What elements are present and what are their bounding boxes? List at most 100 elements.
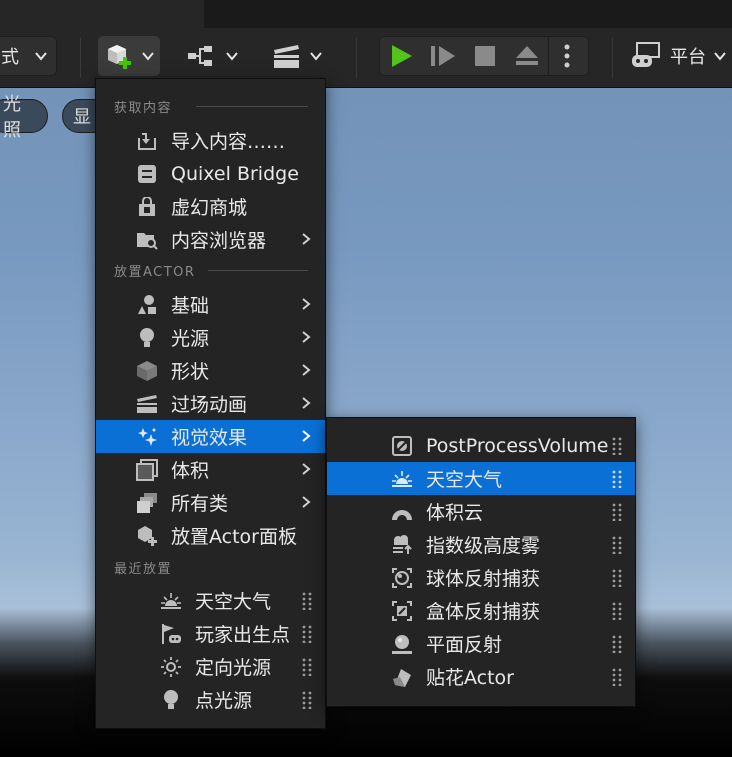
play-options-button[interactable] [548,37,584,75]
platforms-icon [632,42,660,67]
all-classes-icon [136,492,158,514]
view-mode-chip[interactable]: 光照 [0,94,48,141]
drag-handle-icon[interactable] [302,592,312,610]
submenu-item-label: 贴花Actor [426,667,514,689]
menu-item-import-content[interactable]: 导入内容…… [96,124,325,157]
quick-add-button[interactable] [98,36,160,76]
chevron-right-icon [302,233,311,245]
menu-item-place-actors-panel[interactable]: 放置Actor面板 [96,519,325,552]
eject-icon [516,46,538,65]
chevron-down-icon [714,52,726,61]
menu-item-marketplace[interactable]: 虚幻商城 [96,190,325,223]
content-browser-icon [136,229,158,251]
submenu-item-sky-atmosphere[interactable]: 天空大气 [327,462,635,495]
menu-item-label: 体积 [171,460,210,482]
menu-item-content-browser[interactable]: 内容浏览器 [96,223,325,256]
planar-reflection-icon [391,633,413,655]
blueprint-button[interactable] [180,36,246,76]
drag-handle-icon[interactable] [612,635,622,653]
clapperboard-icon [136,393,158,415]
chevron-down-icon [310,52,322,61]
menu-item-shapes[interactable]: 形状 [96,354,325,387]
mode-selector-button[interactable]: 式 [0,36,57,76]
menu-item-basic[interactable]: 基础 [96,288,325,321]
submenu-item-post-process-volume[interactable]: PostProcessVolume [327,429,635,462]
directional-light-icon [160,656,182,678]
view-mode-label: 光照 [3,94,21,141]
toolbar-divider [80,38,81,78]
submenu-item-label: 盒体反射捕获 [426,601,541,623]
section-header-get-content: 获取内容 [114,100,173,116]
visual-effects-submenu: PostProcessVolume 天空大气 体积云 指数级高度雾 球体反射捕获 [326,417,636,707]
menu-item-visual-effects[interactable]: 视觉效果 [96,420,325,453]
submenu-item-volumetric-cloud[interactable]: 体积云 [327,495,635,528]
section-header-recent: 最近放置 [114,561,173,577]
section-divider [196,106,308,107]
menu-item-volumes[interactable]: 体积 [96,453,325,486]
submenu-item-planar-reflection[interactable]: 平面反射 [327,627,635,660]
recent-item-player-start[interactable]: 玩家出生点 [96,617,325,650]
drag-handle-icon[interactable] [612,437,622,455]
post-process-icon [391,435,413,457]
decal-icon [391,666,413,688]
drag-handle-icon[interactable] [612,470,622,488]
menu-item-label: 天空大气 [195,591,272,613]
play-icon [392,45,412,67]
toolbar-divider [356,38,357,78]
drag-handle-icon[interactable] [612,668,622,686]
chevron-right-icon [302,430,311,442]
drag-handle-icon[interactable] [612,503,622,521]
place-actor-icon [136,525,158,547]
menu-item-label: 导入内容…… [171,131,286,153]
recent-item-point-light[interactable]: 点光源 [96,683,325,716]
menu-item-label: 光源 [171,328,210,350]
cinematics-button[interactable] [264,36,330,76]
stop-button[interactable] [464,37,506,75]
import-icon [136,130,158,152]
sparkles-icon [136,426,158,448]
menu-item-label: 内容浏览器 [171,230,267,252]
submenu-item-sphere-reflection-capture[interactable]: 球体反射捕获 [327,561,635,594]
drag-handle-icon[interactable] [302,625,312,643]
quixel-bridge-icon [136,163,158,185]
volumetric-cloud-icon [391,501,413,523]
marketplace-icon [136,196,158,218]
section-header-place-actor: 放置ACTOR [114,264,196,280]
submenu-item-exponential-height-fog[interactable]: 指数级高度雾 [327,528,635,561]
level-tab[interactable] [0,0,204,28]
sphere-reflection-icon [391,567,413,589]
menu-item-all-classes[interactable]: 所有类 [96,486,325,519]
platforms-label: 平台 [670,47,706,68]
recent-item-directional-light[interactable]: 定向光源 [96,650,325,683]
chevron-down-icon [226,52,238,61]
volume-icon [136,459,158,481]
platforms-button[interactable]: 平台 [630,36,732,76]
submenu-item-label: 体积云 [426,502,484,524]
submenu-item-decal-actor[interactable]: 贴花Actor [327,660,635,693]
menu-item-label: 虚幻商城 [171,197,248,219]
skip-forward-icon [431,46,455,66]
recent-item-sky-atmosphere[interactable]: 天空大气 [96,584,325,617]
mode-selector-label: 式 [1,47,19,68]
menu-item-lights[interactable]: 光源 [96,321,325,354]
menu-item-quixel-bridge[interactable]: Quixel Bridge [96,157,325,190]
drag-handle-icon[interactable] [612,536,622,554]
submenu-item-label: 指数级高度雾 [426,535,541,557]
height-fog-icon [391,534,413,556]
chevron-down-icon [35,52,47,61]
player-start-icon [160,623,182,645]
advance-frame-button[interactable] [422,37,464,75]
drag-handle-icon[interactable] [612,569,622,587]
drag-handle-icon[interactable] [612,602,622,620]
eject-button[interactable] [506,37,548,75]
play-button[interactable] [380,37,422,75]
menu-item-cinematics[interactable]: 过场动画 [96,387,325,420]
menu-item-label: 玩家出生点 [195,624,291,646]
drag-handle-icon[interactable] [302,658,312,676]
sky-atmosphere-icon [391,468,413,490]
drag-handle-icon[interactable] [302,691,312,709]
chevron-right-icon [302,364,311,376]
submenu-item-label: 平面反射 [426,634,503,656]
submenu-item-box-reflection-capture[interactable]: 盒体反射捕获 [327,594,635,627]
menu-item-label: Quixel Bridge [171,162,299,185]
